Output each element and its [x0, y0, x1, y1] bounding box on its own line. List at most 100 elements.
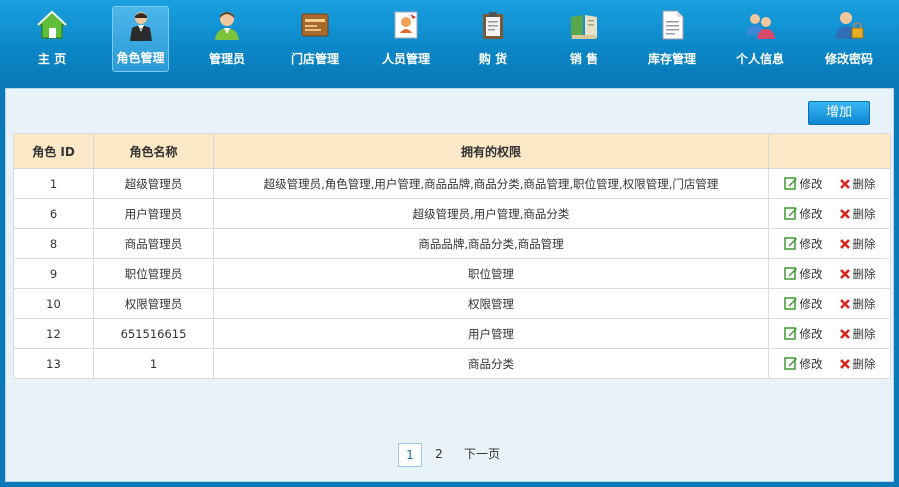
delete-label: 删除: [852, 296, 876, 311]
table-row: 6 用户管理员 超级管理员,用户管理,商品分类 修改 删除: [13, 198, 891, 229]
cell-actions: 修改 删除: [768, 168, 891, 199]
cell-role-name: 651516615: [93, 318, 214, 349]
add-role-button[interactable]: 增加: [808, 101, 870, 125]
cell-permissions: 权限管理: [213, 288, 769, 319]
nav-item-role-management[interactable]: 角色管理: [112, 6, 169, 72]
document-icon: [662, 10, 684, 40]
column-header-role-id: 角色 ID: [13, 133, 94, 169]
admin-person-icon: [215, 12, 239, 40]
edit-icon: [783, 326, 797, 340]
edit-label: 修改: [799, 206, 823, 221]
content-panel: 增加 角色 ID 角色名称 拥有的权限 1 超级管理员 超级管理员,角色管理,用…: [5, 88, 894, 482]
cell-role-id: 9: [13, 258, 94, 289]
cell-role-id: 8: [13, 228, 94, 259]
cell-actions: 修改 删除: [768, 258, 891, 289]
nav-item-home[interactable]: 主 页: [26, 6, 78, 72]
delete-button[interactable]: 删除: [839, 206, 876, 222]
role-table: 角色 ID 角色名称 拥有的权限 1 超级管理员 超级管理员,角色管理,用户管理…: [13, 133, 891, 379]
delete-label: 删除: [852, 206, 876, 221]
cell-role-name: 权限管理员: [93, 288, 214, 319]
delete-x-icon: [839, 268, 850, 279]
page-1-button[interactable]: 1: [398, 443, 422, 467]
cell-actions: 修改 删除: [768, 348, 891, 379]
delete-button[interactable]: 删除: [839, 176, 876, 192]
cell-role-name: 用户管理员: [93, 198, 214, 229]
id-card-icon: [394, 11, 418, 39]
page-2-button[interactable]: 2: [432, 443, 446, 465]
nav-item-purchase[interactable]: 购 货: [466, 6, 520, 72]
nav-item-change-password[interactable]: 修改密码: [820, 6, 878, 72]
cell-permissions: 超级管理员,用户管理,商品分类: [213, 198, 769, 229]
table-row: 13 1 商品分类 修改 删除: [13, 348, 891, 379]
edit-label: 修改: [799, 296, 823, 311]
delete-label: 删除: [852, 266, 876, 281]
edit-button[interactable]: 修改: [783, 356, 823, 372]
cell-role-id: 12: [13, 318, 94, 349]
nav-item-inventory[interactable]: 库存管理: [644, 6, 700, 72]
column-header-actions: [768, 133, 891, 169]
edit-icon: [783, 266, 797, 280]
waiter-role-icon: [129, 12, 152, 41]
edit-button[interactable]: 修改: [783, 326, 823, 342]
edit-label: 修改: [799, 356, 823, 371]
delete-button[interactable]: 删除: [839, 356, 876, 372]
table-row: 10 权限管理员 权限管理 修改 删除: [13, 288, 891, 319]
delete-button[interactable]: 删除: [839, 296, 876, 312]
cell-role-name: 职位管理员: [93, 258, 214, 289]
table-row: 8 商品管理员 商品品牌,商品分类,商品管理 修改 删除: [13, 228, 891, 259]
cell-role-id: 13: [13, 348, 94, 379]
cell-actions: 修改 删除: [768, 288, 891, 319]
book-icon: [571, 15, 597, 39]
cell-role-name: 1: [93, 348, 214, 379]
edit-label: 修改: [799, 236, 823, 251]
nav-item-store-management[interactable]: 门店管理: [286, 6, 344, 72]
delete-x-icon: [839, 298, 850, 309]
cell-role-name: 超级管理员: [93, 168, 214, 199]
edit-icon: [783, 236, 797, 250]
nav-item-sales[interactable]: 销 售: [557, 6, 611, 72]
edit-icon: [783, 176, 797, 190]
delete-button[interactable]: 删除: [839, 266, 876, 282]
table-header-row: 角色 ID 角色名称 拥有的权限: [13, 133, 891, 169]
cell-actions: 修改 删除: [768, 198, 891, 229]
delete-x-icon: [839, 238, 850, 249]
nav-item-staff-management[interactable]: 人员管理: [375, 6, 437, 72]
edit-button[interactable]: 修改: [783, 176, 823, 192]
edit-button[interactable]: 修改: [783, 266, 823, 282]
delete-label: 删除: [852, 236, 876, 251]
cell-actions: 修改 删除: [768, 318, 891, 349]
delete-label: 删除: [852, 326, 876, 341]
user-lock-icon: [835, 12, 864, 39]
cell-role-id: 10: [13, 288, 94, 319]
cell-permissions: 超级管理员,角色管理,用户管理,商品品牌,商品分类,商品管理,职位管理,权限管理…: [213, 168, 769, 199]
edit-button[interactable]: 修改: [783, 206, 823, 222]
clipboard-icon: [483, 12, 503, 39]
cell-actions: 修改 删除: [768, 228, 891, 259]
table-row: 9 职位管理员 职位管理 修改 删除: [13, 258, 891, 289]
cell-role-name: 商品管理员: [93, 228, 214, 259]
delete-x-icon: [839, 178, 850, 189]
nav-item-personal-info[interactable]: 个人信息: [731, 6, 789, 72]
edit-label: 修改: [799, 266, 823, 281]
delete-button[interactable]: 删除: [839, 326, 876, 342]
cell-role-id: 6: [13, 198, 94, 229]
edit-button[interactable]: 修改: [783, 236, 823, 252]
cell-permissions: 职位管理: [213, 258, 769, 289]
cell-permissions: 商品品牌,商品分类,商品管理: [213, 228, 769, 259]
cell-role-id: 1: [13, 168, 94, 199]
cell-permissions: 用户管理: [213, 318, 769, 349]
home-icon: [37, 10, 67, 39]
store-card-icon: [301, 13, 329, 37]
table-row: 12 651516615 用户管理 修改 删除: [13, 318, 891, 349]
edit-label: 修改: [799, 326, 823, 341]
cell-permissions: 商品分类: [213, 348, 769, 379]
delete-button[interactable]: 删除: [839, 236, 876, 252]
table-row: 1 超级管理员 超级管理员,角色管理,用户管理,商品品牌,商品分类,商品管理,职…: [13, 168, 891, 199]
delete-x-icon: [839, 208, 850, 219]
next-page-link[interactable]: 下一页: [462, 443, 502, 465]
top-navigation-bar: 主 页 角色管理 管理员 门店管理 人员管理 购 货 销 售 库存管理 个人信息…: [0, 0, 899, 84]
edit-button[interactable]: 修改: [783, 296, 823, 312]
nav-item-admin[interactable]: 管理员: [199, 6, 255, 72]
edit-icon: [783, 206, 797, 220]
delete-x-icon: [839, 358, 850, 369]
